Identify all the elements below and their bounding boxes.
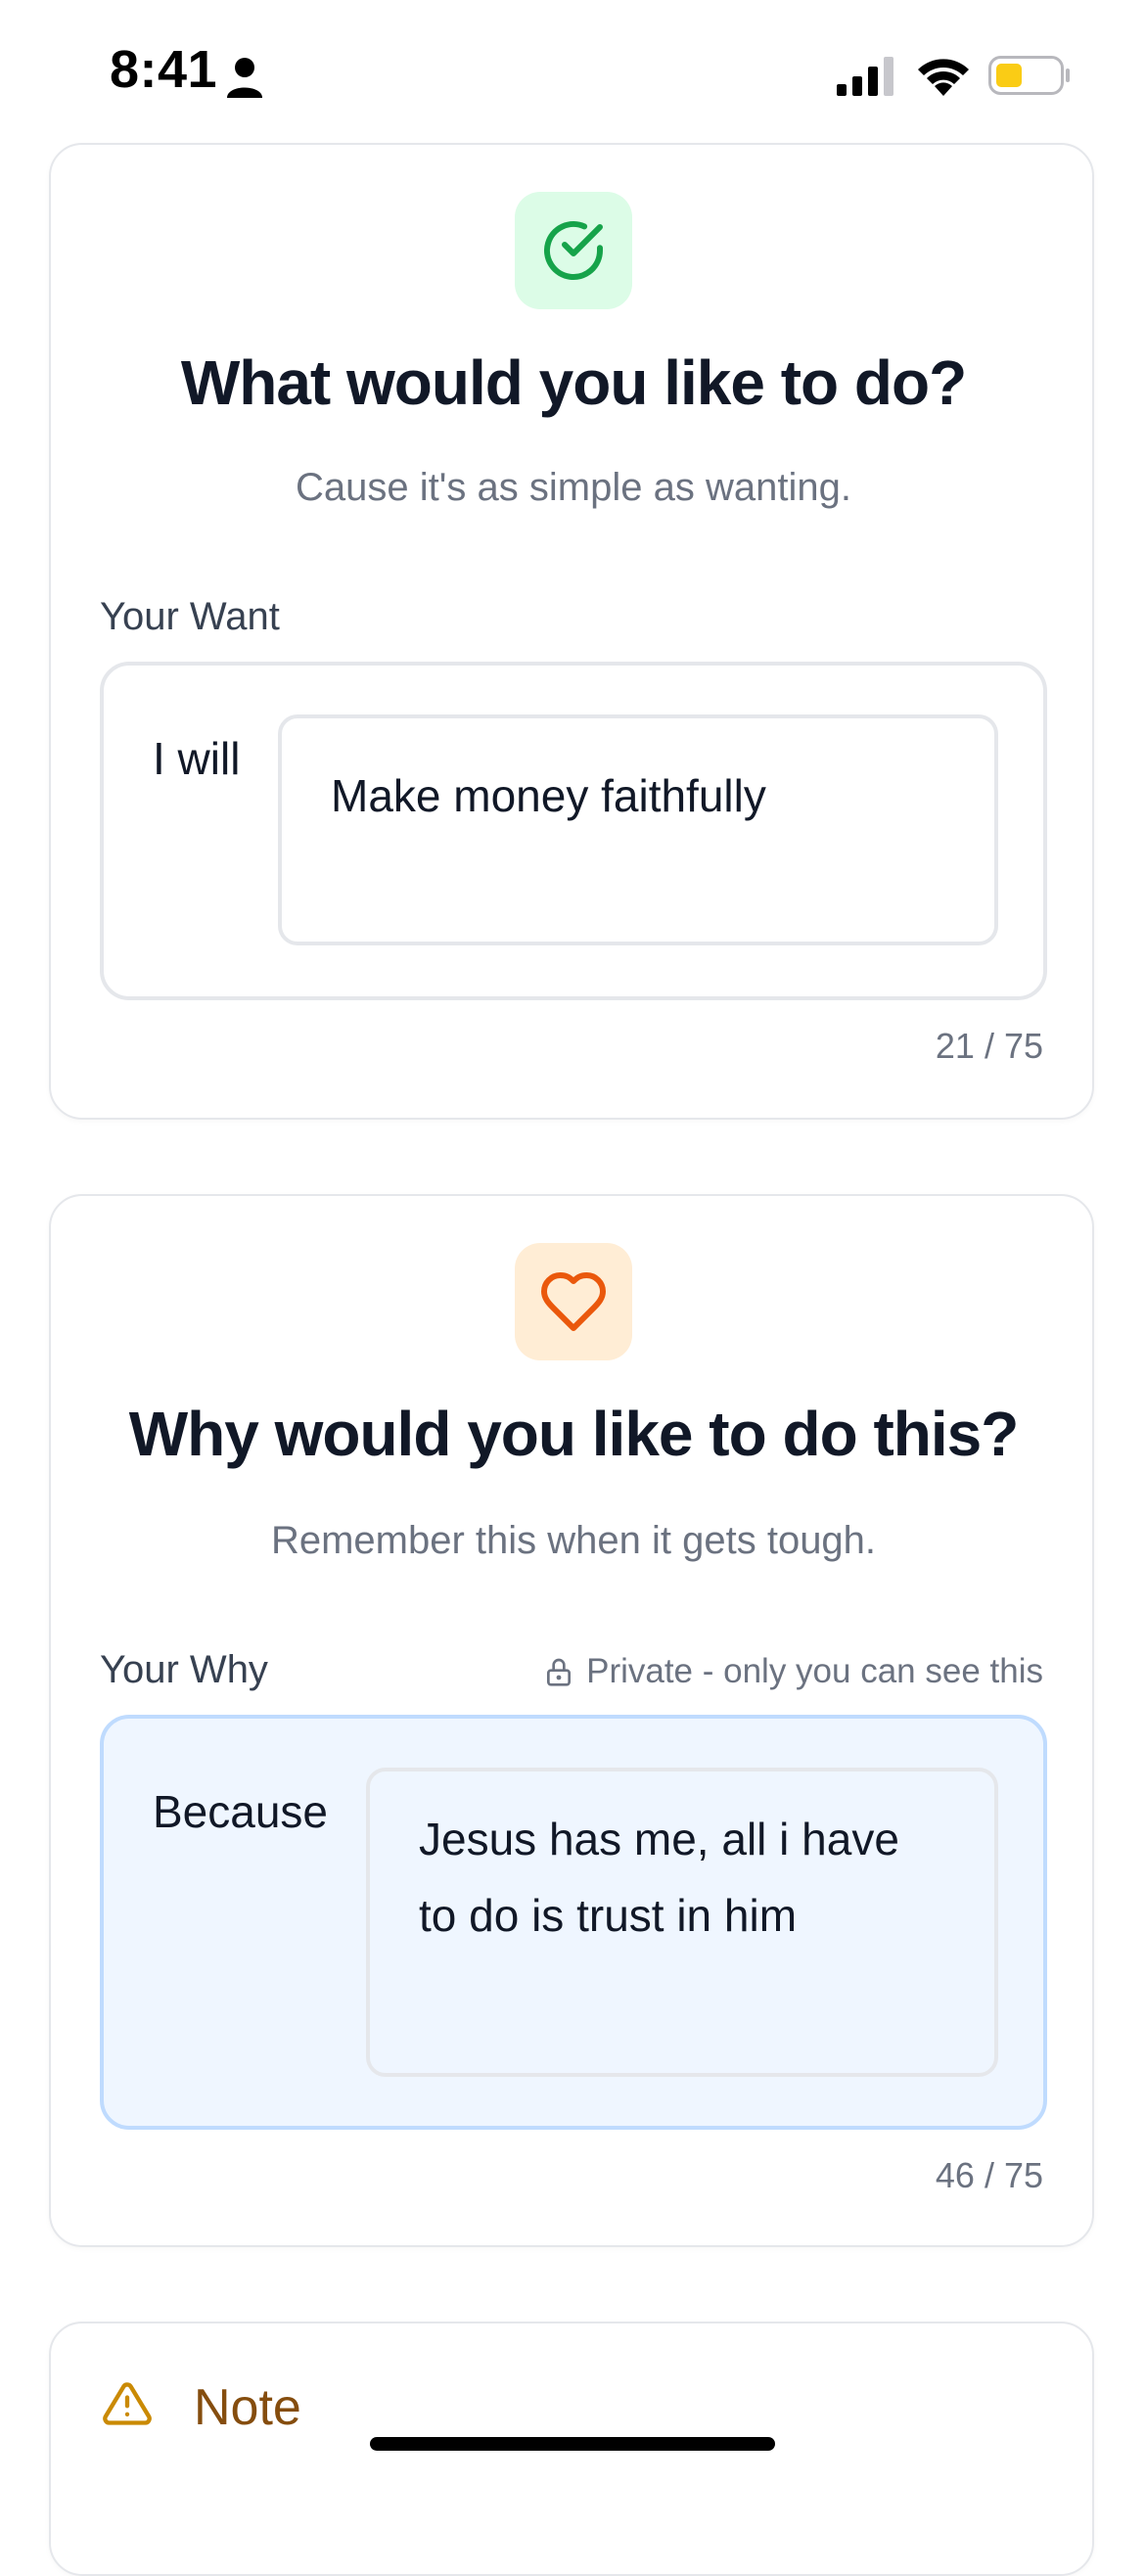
want-prefix: I will — [153, 733, 241, 784]
want-card: What would you like to do? Cause it's as… — [49, 143, 1094, 1120]
note-title: Note — [194, 2379, 301, 2436]
want-subtitle: Cause it's as simple as wanting. — [296, 466, 851, 509]
wifi-icon — [918, 59, 969, 96]
cellular-signal-icon — [837, 57, 893, 96]
want-input[interactable]: Make money faithfully — [278, 714, 998, 945]
want-char-counter: 21 / 75 — [935, 1026, 1043, 1066]
why-char-counter: 46 / 75 — [935, 2155, 1043, 2195]
lock-icon — [547, 1658, 572, 1686]
private-note-label: Private - only you can see this — [586, 1652, 1043, 1690]
want-icon-tile — [515, 192, 632, 309]
want-title: What would you like to do? — [180, 347, 967, 418]
check-circle-icon — [544, 221, 603, 281]
want-field-label: Your Want — [100, 595, 280, 638]
battery-icon — [988, 56, 1070, 95]
why-icon-tile — [515, 1243, 632, 1360]
warning-icon — [103, 2382, 152, 2425]
want-input-group: I will Make money faithfully — [100, 662, 1047, 1000]
why-card: Why would you like to do this? Remember … — [49, 1194, 1094, 2247]
why-field-label: Your Why — [100, 1648, 268, 1691]
why-input-group: Because Jesus has me, all i have to do i… — [100, 1715, 1047, 2130]
home-indicator[interactable] — [370, 2437, 775, 2451]
status-bar: 8:41 — [0, 0, 1145, 137]
why-title: Why would you like to do this? — [128, 1399, 1020, 1469]
person-icon — [227, 58, 262, 98]
heart-icon — [541, 1272, 606, 1331]
status-time: 8:41 — [110, 40, 218, 99]
why-input[interactable]: Jesus has me, all i have to do is trust … — [366, 1768, 998, 2077]
private-note: Private - only you can see this — [543, 1652, 1043, 1691]
why-subtitle: Remember this when it gets tough. — [270, 1519, 877, 1562]
why-prefix: Because — [153, 1786, 329, 1837]
